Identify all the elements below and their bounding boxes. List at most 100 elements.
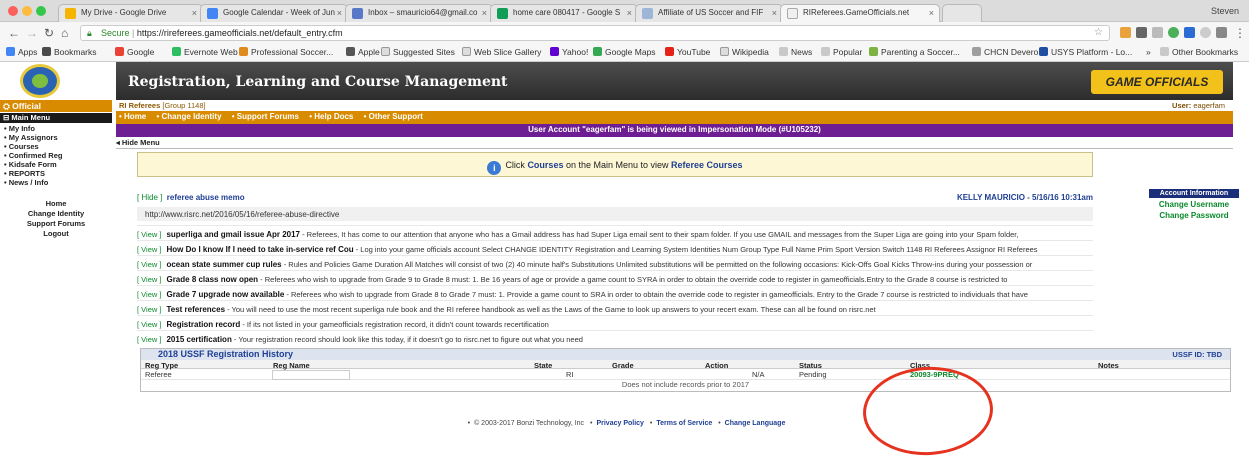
close-tab-icon[interactable]: × (929, 8, 934, 18)
tab-google-calendar[interactable]: Google Calendar - Week of Jun × (200, 4, 348, 22)
google-icon (115, 47, 124, 56)
menu-kebab-icon[interactable]: ⋮ (1234, 26, 1246, 40)
sidebar-item-news-info[interactable]: • News / Info (4, 178, 48, 187)
view-link[interactable]: [ View ] (137, 245, 161, 254)
bookmark-popular[interactable]: Popular (821, 47, 862, 57)
tab-google-drive[interactable]: My Drive - Google Drive × (58, 4, 203, 22)
page-footer: • © 2003-2017 Bonzi Technology, Inc • Priv… (467, 420, 786, 427)
nav-home[interactable]: • Home (119, 112, 146, 121)
close-tab-icon[interactable]: × (482, 8, 487, 18)
extension-icon[interactable] (1184, 27, 1195, 38)
extension-icon[interactable] (1216, 27, 1227, 38)
bookmark-evernote[interactable]: Evernote Web (172, 47, 238, 57)
home-icon[interactable]: ⌂ (61, 26, 68, 40)
sidebar-link-logout[interactable]: Logout (0, 229, 112, 238)
account-bar: RI Referees [Group 1148] User: eagerfam (116, 100, 1233, 111)
extension-icon[interactable] (1200, 27, 1211, 38)
memo-hide-link[interactable]: [ Hide ] (137, 193, 162, 202)
change-password-link[interactable]: Change Password (1149, 211, 1239, 220)
extension-icon[interactable] (1120, 27, 1131, 38)
sidebar-link-home[interactable]: Home (0, 199, 112, 208)
sidebar-item-courses[interactable]: • Courses (4, 142, 39, 151)
maps-icon (593, 47, 602, 56)
view-link[interactable]: [ View ] (137, 320, 161, 329)
extension-icon[interactable] (1136, 27, 1147, 38)
view-link[interactable]: [ View ] (137, 260, 161, 269)
view-link[interactable]: [ View ] (137, 305, 161, 314)
sidebar-item-reports[interactable]: • REPORTS (4, 169, 45, 178)
bookmark-chcn-devero[interactable]: CHCN Devero (972, 47, 1038, 57)
sidebar-item-kidsafe-form[interactable]: • Kidsafe Form (4, 160, 57, 169)
new-tab-button[interactable] (942, 4, 982, 22)
sidebar-item-my-info[interactable]: • My Info (4, 124, 35, 133)
extension-icon[interactable] (1168, 27, 1179, 38)
tab-title: Inbox – smauricio64@gmail.co (368, 8, 478, 17)
tab-google-sheets[interactable]: home care 080417 - Google S × (490, 4, 638, 22)
url-field[interactable]: 🔒︎ Secure | https://rireferees.gameoffic… (80, 25, 1110, 41)
bookmark-news[interactable]: News (779, 47, 812, 57)
sidebar-link-support-forums[interactable]: Support Forums (0, 219, 112, 228)
close-tab-icon[interactable]: × (772, 8, 777, 18)
profile-name[interactable]: Steven (1211, 6, 1239, 16)
back-arrow-icon[interactable]: ← (8, 26, 20, 40)
maximize-window-button[interactable] (36, 6, 46, 16)
copyright: © 2003-2017 Bonzi Technology, Inc (474, 420, 585, 427)
page-icon (720, 47, 729, 56)
account-info-heading: Account Information (1149, 189, 1239, 198)
bookmark-usys-platform[interactable]: USYS Platform - Lo... (1039, 47, 1132, 57)
bookmark-star-icon[interactable]: ☆ (1094, 27, 1103, 38)
tab-rireferees[interactable]: RIReferees.GameOfficials.net × (780, 4, 940, 22)
close-tab-icon[interactable]: × (192, 8, 197, 18)
bookmark-yahoo[interactable]: Yahoo! (550, 47, 588, 57)
table-row: Referee RI N/A Pending 20093-9PREQ (141, 369, 1230, 380)
view-link[interactable]: [ View ] (137, 290, 161, 299)
courses-notice: i Click Courses on the Main Menu to view … (137, 152, 1093, 177)
terms-link[interactable]: Terms of Service (656, 420, 712, 427)
secure-label: Secure (101, 28, 130, 38)
sidebar-item-confirmed-reg[interactable]: • Confirmed Reg (4, 151, 62, 160)
ussf-id: USSF ID: TBD (1172, 350, 1222, 359)
bookmark-parenting-soccer[interactable]: Parenting a Soccer... (869, 47, 960, 57)
close-tab-icon[interactable]: × (337, 8, 342, 18)
bookmark-web-slice-gallery[interactable]: Web Slice Gallery (462, 47, 541, 57)
bookmarks-overflow[interactable]: » (1146, 47, 1151, 57)
hide-menu-toggle[interactable]: ◂ Hide Menu (116, 138, 160, 147)
bookmark-youtube[interactable]: YouTube (665, 47, 710, 57)
tab-inbox[interactable]: Inbox – smauricio64@gmail.co × (345, 4, 493, 22)
view-link[interactable]: [ View ] (137, 230, 161, 239)
privacy-policy-link[interactable]: Privacy Policy (596, 420, 643, 427)
reload-icon[interactable]: ↻ (44, 26, 54, 40)
nav-support-forums[interactable]: • Support Forums (232, 112, 299, 121)
bookmark-apple[interactable]: Apple (346, 47, 380, 57)
view-link[interactable]: [ View ] (137, 335, 161, 344)
minimize-window-button[interactable] (22, 6, 32, 16)
other-bookmarks[interactable]: Other Bookmarks (1160, 47, 1238, 57)
sidebar-item-my-assignors[interactable]: • My Assignors (4, 133, 58, 142)
change-language-link[interactable]: Change Language (725, 420, 786, 427)
change-username-link[interactable]: Change Username (1149, 200, 1239, 209)
courses-link[interactable]: Courses (527, 160, 563, 170)
news-item: [ View ] Grade 7 upgrade now available - … (137, 285, 1093, 300)
reg-type: Referee (145, 370, 172, 379)
main-menu-heading[interactable]: ⊟ Main Menu (0, 113, 112, 123)
close-window-button[interactable] (8, 6, 18, 16)
tab-affiliate-us-soccer[interactable]: Affiliate of US Soccer and FIF × (635, 4, 783, 22)
close-tab-icon[interactable]: × (627, 8, 632, 18)
referee-courses-link[interactable]: Referee Courses (671, 160, 743, 170)
nav-other-support[interactable]: • Other Support (364, 112, 423, 121)
forward-arrow-icon[interactable]: → (26, 26, 38, 40)
bookmark-bookmarks[interactable]: Bookmarks (42, 47, 97, 57)
sidebar-link-change-identity[interactable]: Change Identity (0, 209, 112, 218)
bookmark-apps[interactable]: Apps (6, 47, 37, 57)
usys-icon (1039, 47, 1048, 56)
extension-icon[interactable] (1152, 27, 1163, 38)
news-item: [ View ] Registration record - If its not… (137, 315, 1093, 330)
bookmark-google[interactable]: Google (115, 47, 154, 57)
bookmark-google-maps[interactable]: Google Maps (593, 47, 656, 57)
nav-change-identity[interactable]: • Change Identity (156, 112, 221, 121)
nav-help-docs[interactable]: • Help Docs (309, 112, 353, 121)
bookmark-wikipedia[interactable]: Wikipedia (720, 47, 769, 57)
bookmark-suggested-sites[interactable]: Suggested Sites (381, 47, 455, 57)
view-link[interactable]: [ View ] (137, 275, 161, 284)
bookmark-professional-soccer[interactable]: Professional Soccer... (239, 47, 333, 57)
